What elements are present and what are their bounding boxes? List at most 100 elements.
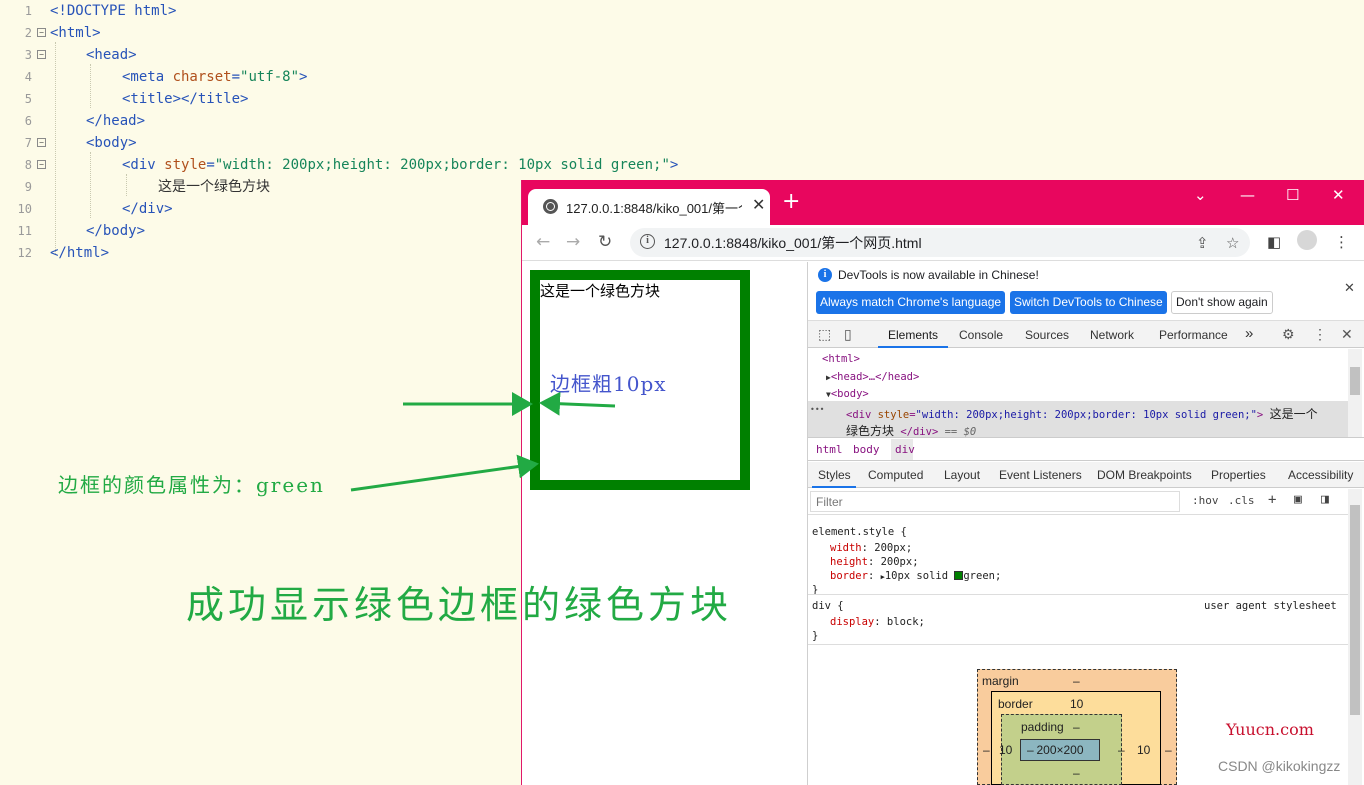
color-swatch[interactable] (954, 571, 964, 580)
menu-kebab-icon[interactable]: ⋮ (1334, 233, 1349, 251)
styles-scrollbar[interactable] (1348, 489, 1362, 785)
author-watermark: CSDN @kikokingzz (1218, 758, 1341, 774)
new-tab-button[interactable]: + (782, 191, 800, 213)
page-viewport: 这是一个绿色方块 (522, 262, 807, 785)
subtab-dom-breakpoints[interactable]: DOM Breakpoints (1097, 468, 1192, 482)
breadcrumb-body[interactable]: body (853, 443, 880, 456)
close-window-icon[interactable]: ✕ (1332, 186, 1345, 204)
breadcrumb-html[interactable]: html (816, 443, 843, 456)
code-line[interactable]: 6 </head> (0, 110, 760, 132)
line-number: 11 (17, 224, 32, 238)
border-left-value[interactable]: 10 (999, 743, 1012, 757)
dom-scrollbar[interactable] (1348, 349, 1362, 437)
div-selector: div { (812, 600, 844, 612)
tab-sources[interactable]: Sources (1025, 328, 1069, 342)
site-info-icon[interactable]: i (640, 234, 655, 249)
dom-body-node[interactable]: ▼<body> (826, 388, 869, 400)
tab-search-icon[interactable]: ⌄ (1194, 186, 1207, 204)
margin-left-value[interactable]: – (983, 743, 990, 757)
side-panel-icon[interactable]: ◧ (1267, 233, 1281, 251)
hov-toggle[interactable]: :hov (1192, 494, 1219, 507)
line-number: 10 (17, 202, 32, 216)
div-text: 这是一个绿色方块 (540, 282, 661, 300)
fold-toggle-icon[interactable]: − (37, 160, 46, 169)
maximize-icon[interactable]: ☐ (1286, 186, 1299, 204)
border-label: border (998, 697, 1033, 711)
tab-console[interactable]: Console (959, 328, 1003, 342)
padding-left-value[interactable]: – (1027, 743, 1034, 757)
tab-elements[interactable]: Elements (888, 328, 938, 342)
margin-top-value[interactable]: – (1073, 674, 1080, 688)
address-bar[interactable]: i 127.0.0.1:8848/kiko_001/第一个网页.html ⇪ ☆ (630, 228, 1250, 257)
back-icon[interactable]: ← (536, 232, 550, 252)
code-line[interactable]: 2− <html> (0, 22, 760, 44)
subtab-layout[interactable]: Layout (944, 468, 980, 482)
border-right-value[interactable]: 10 (1137, 743, 1150, 757)
cls-toggle[interactable]: .cls (1228, 494, 1255, 507)
switch-chinese-button[interactable]: Switch DevTools to Chinese (1010, 291, 1167, 314)
padding-top-value[interactable]: – (1073, 720, 1080, 734)
close-devtools-icon[interactable]: ✕ (1341, 326, 1353, 343)
code-line[interactable]: 1 <!DOCTYPE html> (0, 0, 760, 22)
dom-div-node[interactable]: <div style="width: 200px;height: 200px;b… (846, 405, 1318, 422)
info-icon: i (818, 268, 832, 282)
dont-show-again-button[interactable]: Don't show again (1171, 291, 1273, 314)
more-tabs-icon[interactable]: » (1245, 325, 1253, 342)
code-line[interactable]: 8− <div style="width: 200px;height: 200px… (0, 154, 760, 176)
code-text: </head> (86, 113, 146, 129)
share-icon[interactable]: ⇪ (1196, 234, 1209, 252)
border-color-annotation: 边框的颜色属性为：green (58, 473, 325, 497)
dom-tree[interactable]: <html> ▶<head>…</head> ▼<body> ••• <div … (808, 349, 1364, 438)
rule-height[interactable]: height: 200px; (830, 556, 919, 568)
subtab-computed[interactable]: Computed (868, 468, 923, 482)
line-number: 3 (24, 48, 32, 62)
forward-icon[interactable]: → (566, 232, 580, 252)
breadcrumb-div[interactable]: div (895, 443, 915, 456)
close-tab-icon[interactable]: ✕ (752, 195, 765, 214)
filter-input[interactable] (810, 491, 1180, 512)
device-toolbar-icon[interactable]: ▯ (844, 326, 852, 343)
toggle-sidebar-icon[interactable]: ◨ (1321, 492, 1329, 507)
padding-right-value[interactable]: – (1118, 743, 1125, 757)
devtools-menu-icon[interactable]: ⋮ (1313, 326, 1327, 343)
styles-subtabs: Styles Computed Layout Event Listeners D… (808, 462, 1364, 488)
browser-tab[interactable]: 127.0.0.1:8848/kiko_001/第一个网页.html ✕ (528, 189, 770, 225)
code-text: <html> (50, 25, 101, 41)
margin-right-value[interactable]: – (1165, 743, 1172, 757)
dom-html-node[interactable]: <html> (822, 353, 860, 365)
code-text: <head> (86, 47, 137, 63)
rule-width[interactable]: width: 200px; (830, 542, 912, 554)
fold-toggle-icon[interactable]: − (37, 28, 46, 37)
subtab-event-listeners[interactable]: Event Listeners (999, 468, 1082, 482)
subtab-properties[interactable]: Properties (1211, 468, 1266, 482)
settings-gear-icon[interactable]: ⚙ (1282, 326, 1295, 343)
border-top-value[interactable]: 10 (1070, 697, 1083, 711)
padding-bottom-value[interactable]: – (1073, 766, 1080, 780)
tab-performance[interactable]: Performance (1159, 328, 1228, 342)
inspect-element-icon[interactable]: ⬚ (818, 326, 831, 343)
profile-avatar-icon[interactable] (1297, 230, 1317, 250)
minimize-icon[interactable]: — (1240, 186, 1255, 204)
paint-brush-icon[interactable]: ▣ (1294, 492, 1302, 507)
devtools-panel: i DevTools is now available in Chinese! … (807, 262, 1364, 785)
dom-head-node[interactable]: ▶<head>…</head> (826, 371, 919, 383)
dom-ellipsis[interactable]: ••• (810, 405, 824, 414)
reload-icon[interactable]: ↻ (598, 232, 612, 252)
tab-title: 127.0.0.1:8848/kiko_001/第一个网页.html (566, 201, 742, 216)
rule-border[interactable]: border: ▶10px solid green; (830, 570, 1001, 582)
subtab-accessibility[interactable]: Accessibility (1288, 468, 1353, 482)
code-text: <title></title> (122, 91, 249, 107)
match-language-button[interactable]: Always match Chrome's language (816, 291, 1006, 314)
code-line[interactable]: 7− <body> (0, 132, 760, 154)
new-rule-icon[interactable]: + (1268, 492, 1276, 508)
code-line[interactable]: 3− <head> (0, 44, 760, 66)
infobar-close-icon[interactable]: ✕ (1344, 280, 1355, 296)
fold-toggle-icon[interactable]: − (37, 138, 46, 147)
box-model-diagram: 200×200 margin – border 10 padding – – 1… (977, 669, 1177, 785)
fold-toggle-icon[interactable]: − (37, 50, 46, 59)
code-line[interactable]: 5 <title></title> (0, 88, 760, 110)
code-line[interactable]: 4 <meta charset="utf-8"> (0, 66, 760, 88)
bookmark-star-icon[interactable]: ☆ (1226, 234, 1239, 252)
subtab-styles[interactable]: Styles (818, 468, 851, 482)
tab-network[interactable]: Network (1090, 328, 1134, 342)
